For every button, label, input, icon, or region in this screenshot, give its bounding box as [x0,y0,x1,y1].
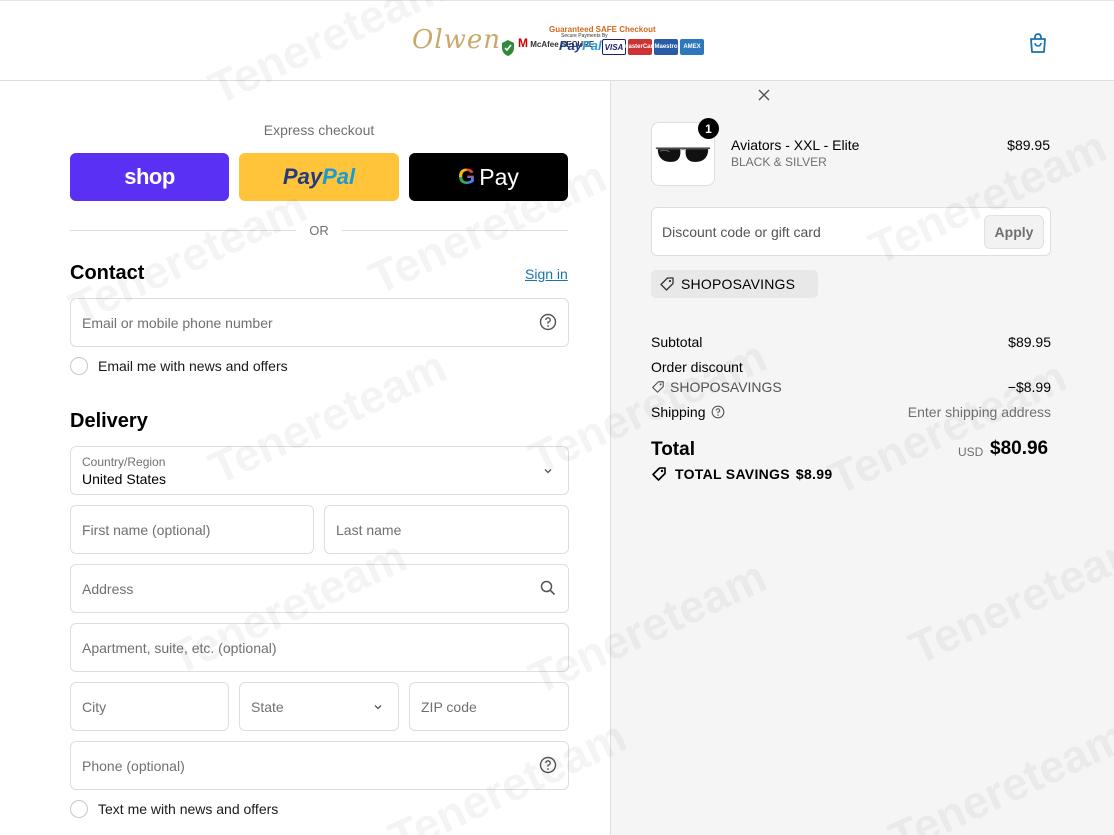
shop-pay-button[interactable]: shop [70,153,229,201]
applied-discount-chip: SHOPOSAVINGS [651,270,818,298]
help-circle-icon[interactable] [539,756,557,774]
visa-logo: VISA [602,39,626,55]
country-select[interactable]: Country/Region United States [70,446,569,495]
email-field[interactable]: Email or mobile phone number [70,298,569,347]
contact-title: Contact [70,262,145,284]
sign-in-link[interactable]: Sign in [525,266,568,282]
city-field[interactable]: City [70,682,229,731]
or-divider: OR [70,221,568,239]
paypal-badge: Secure Payments By PayPal [559,33,608,54]
total-amount: $80.96 [990,438,1049,459]
delivery-title: Delivery [70,410,148,432]
phone-field[interactable]: Phone (optional) [70,741,569,790]
last-name-field[interactable]: Last name [324,505,569,554]
quantity-badge: 1 [698,118,719,139]
order-discount-label: Order discount [651,359,743,375]
chevron-down-icon [374,705,382,710]
trust-badges: Guaranteed SAFE Checkout M McAfee SECURE… [496,25,710,59]
maestro-logo: Maestro [654,39,678,55]
shipping-value: Enter shipping address [907,404,1051,420]
state-select[interactable]: State [239,682,399,731]
card-logos: VISA MasterCard Maestro AMEX [602,39,704,55]
tag-icon [660,277,674,291]
shield-check-icon [502,40,514,56]
mastercard-logo: MasterCard [624,39,657,55]
total-savings: TOTAL SAVINGS $8.99 [651,466,832,482]
order-summary: 1 Aviators - XXL - Elite BLACK & SILVER … [610,81,1114,835]
currency-code: USD [958,445,984,459]
google-pay-button[interactable]: G Pay [409,153,568,201]
chevron-down-icon [544,469,552,474]
tag-icon [652,467,666,481]
first-name-field[interactable]: First name (optional) [70,505,314,554]
product-variant: BLACK & SILVER [731,155,827,169]
remove-discount-icon[interactable] [758,89,770,101]
search-icon [540,580,556,596]
help-circle-icon[interactable] [539,313,557,331]
shopping-bag-icon[interactable] [1026,31,1050,55]
total-label: Total [651,439,695,460]
email-optin-checkbox[interactable]: Email me with news and offers [70,356,288,376]
discount-amount: −$8.99 [1007,379,1051,395]
product-price: $89.95 [1007,137,1050,153]
checkout-header: Olwen Guaranteed SAFE Checkout M McAfee … [0,0,1114,81]
zip-field[interactable]: ZIP code [409,682,569,731]
paypal-button[interactable]: Pay Pal [239,153,399,201]
express-checkout-label: Express checkout [263,122,375,138]
amex-logo: AMEX [680,39,704,55]
address-field[interactable]: Address [70,564,569,613]
sms-optin-checkbox[interactable]: Text me with news and offers [70,799,278,819]
apartment-field[interactable]: Apartment, suite, etc. (optional) [70,623,569,672]
brand-logo[interactable]: Olwen [412,25,501,55]
subtotal-row: Subtotal $89.95 [651,334,1051,350]
google-g-icon: G [458,164,476,189]
checkout-form: Express checkout shop Pay Pal G Pay OR Con… [0,81,610,835]
apply-discount-button[interactable]: Apply [984,215,1044,249]
